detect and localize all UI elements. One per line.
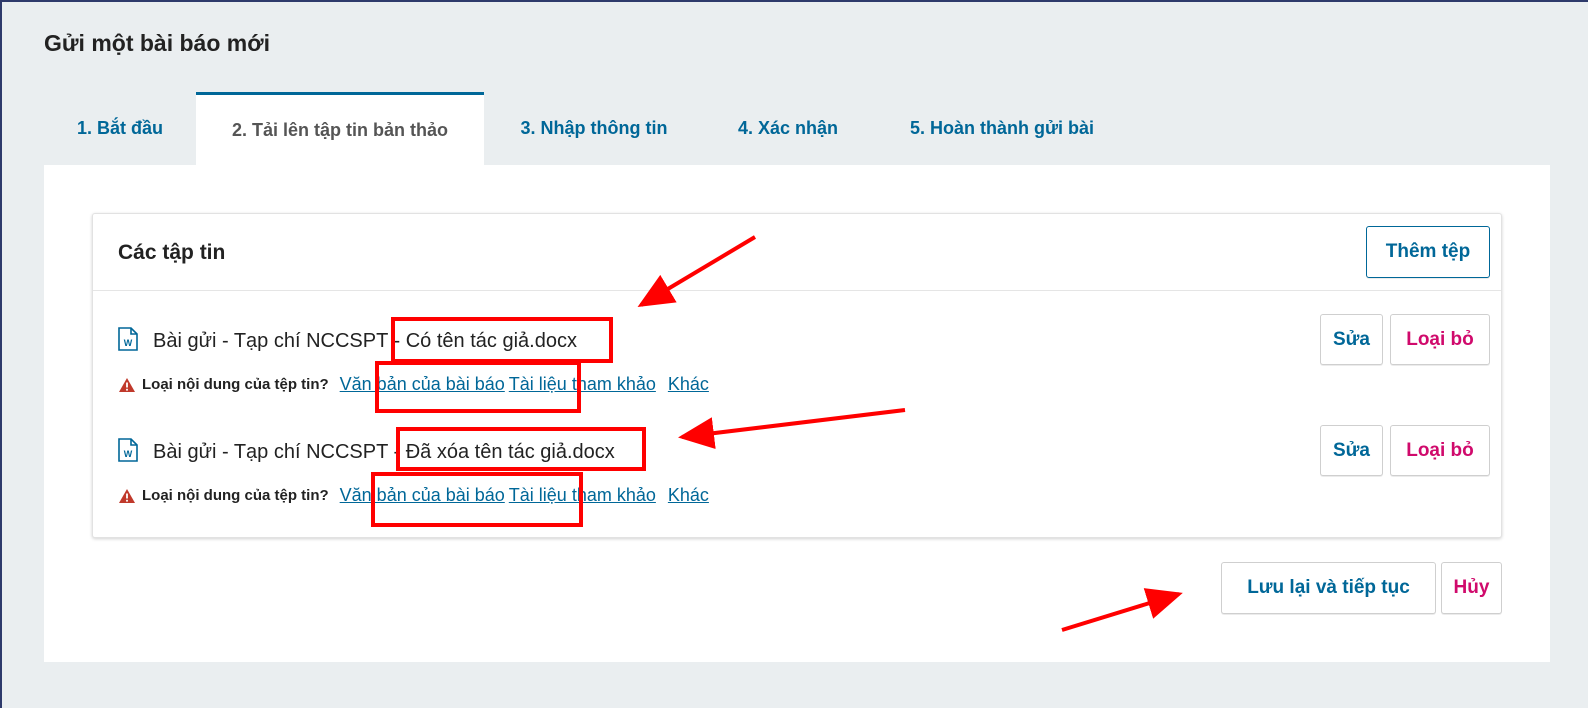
edit-file-button[interactable]: Sửa [1320, 314, 1383, 365]
type-option-other[interactable]: Khác [668, 485, 709, 506]
save-and-continue-button[interactable]: Lưu lại và tiếp tục [1221, 562, 1436, 614]
file-type-selector: Loại nội dung của tệp tin? Văn bản của b… [118, 485, 721, 506]
edit-file-button[interactable]: Sửa [1320, 425, 1383, 476]
tab-enter-metadata[interactable]: 3. Nhập thông tin [484, 92, 704, 165]
tab-upload-files[interactable]: 2. Tải lên tập tin bản thảo [196, 92, 484, 165]
files-panel-header: Các tập tin Thêm tệp [93, 214, 1501, 291]
type-option-article-text[interactable]: Văn bản của bài báo [340, 374, 505, 395]
cancel-button[interactable]: Hủy [1441, 562, 1502, 614]
word-document-icon: W [118, 438, 138, 462]
tab-start[interactable]: 1. Bắt đầu [44, 92, 196, 165]
type-option-references[interactable]: Tài liệu tham khảo [509, 485, 656, 506]
file-name[interactable]: Bài gửi - Tạp chí NCCSPT - Có tên tác gi… [153, 330, 577, 353]
add-file-button[interactable]: Thêm tệp [1366, 226, 1490, 278]
file-type-selector: Loại nội dung của tệp tin? Văn bản của b… [118, 374, 721, 395]
file-name[interactable]: Bài gửi - Tạp chí NCCSPT - Đã xóa tên tá… [153, 441, 615, 464]
files-panel: Các tập tin Thêm tệp W Bài gửi - Tạp chí… [92, 213, 1502, 538]
file-row: W Bài gửi - Tạp chí NCCSPT - Đã xóa tên … [93, 425, 1501, 525]
tab-content: Các tập tin Thêm tệp W Bài gửi - Tạp chí… [44, 165, 1550, 662]
type-option-other[interactable]: Khác [668, 374, 709, 395]
file-type-question: Loại nội dung của tệp tin? [142, 376, 329, 393]
tab-confirm[interactable]: 4. Xác nhận [704, 92, 872, 165]
files-panel-title: Các tập tin [118, 241, 226, 264]
file-type-question: Loại nội dung của tệp tin? [142, 487, 329, 504]
tab-finish[interactable]: 5. Hoàn thành gửi bài [872, 92, 1132, 165]
svg-text:W: W [124, 449, 133, 459]
file-name-suffix: - Có tên tác giả.docx [393, 330, 577, 352]
file-name-prefix: Bài gửi - Tạp chí NCCSPT [153, 441, 388, 463]
word-document-icon: W [118, 327, 138, 351]
remove-file-button[interactable]: Loại bỏ [1390, 425, 1490, 476]
wizard-tabs: 1. Bắt đầu 2. Tải lên tập tin bản thảo 3… [44, 92, 1588, 165]
file-name-prefix: Bài gửi - Tạp chí NCCSPT [153, 330, 388, 352]
warning-icon [119, 377, 135, 392]
file-name-suffix: - Đã xóa tên tác giả.docx [393, 441, 615, 463]
file-row: W Bài gửi - Tạp chí NCCSPT - Có tên tác … [93, 314, 1501, 414]
warning-icon [119, 488, 135, 503]
remove-file-button[interactable]: Loại bỏ [1390, 314, 1490, 365]
page-title: Gửi một bài báo mới [44, 30, 270, 56]
svg-text:W: W [124, 338, 133, 348]
type-option-article-text[interactable]: Văn bản của bài báo [340, 485, 505, 506]
type-option-references[interactable]: Tài liệu tham khảo [509, 374, 656, 395]
